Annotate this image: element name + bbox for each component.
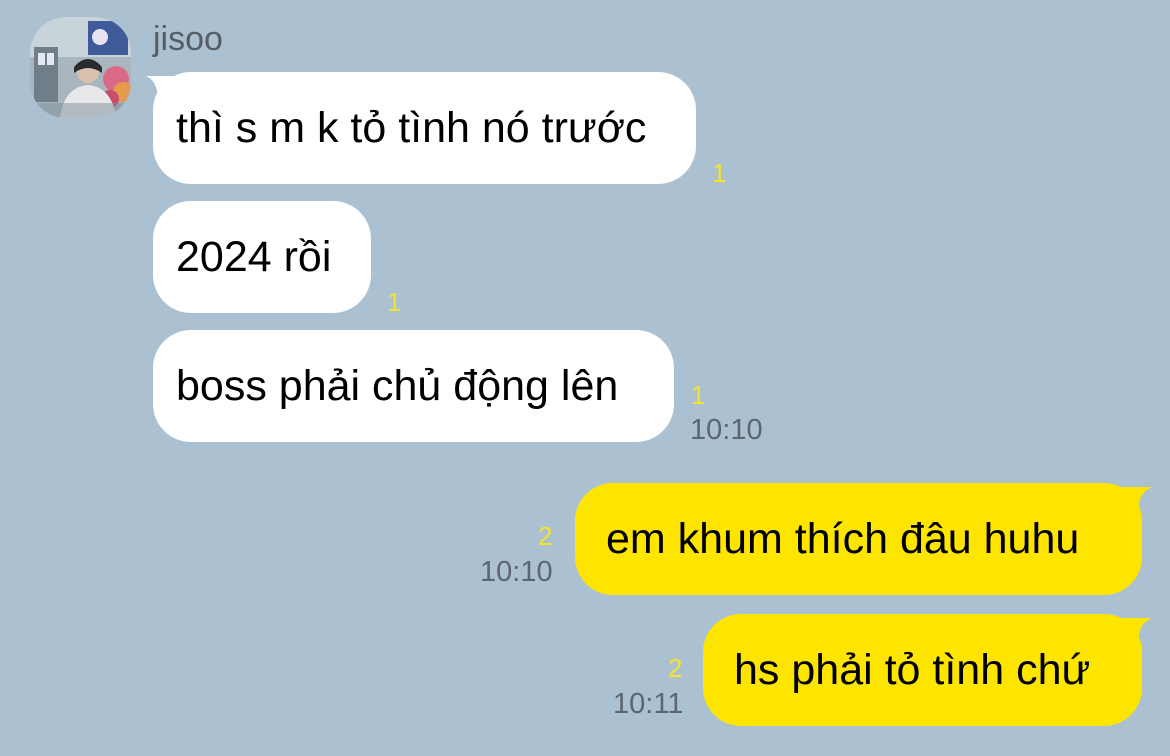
message-text: hs phải tỏ tình chứ (734, 646, 1091, 694)
message-timestamp: 10:11 (613, 688, 684, 720)
unread-count: 2 (668, 653, 683, 683)
message-text: boss phải chủ động lên (176, 362, 619, 410)
profile-photo-icon (30, 17, 131, 118)
message-text: thì s m k tỏ tình nó trước (176, 104, 647, 152)
incoming-message-bubble[interactable]: thì s m k tỏ tình nó trước (153, 72, 696, 184)
outgoing-message-bubble[interactable]: hs phải tỏ tình chứ (703, 614, 1142, 726)
incoming-message-bubble[interactable]: boss phải chủ động lên (153, 330, 674, 442)
unread-count: 1 (691, 380, 706, 410)
outgoing-message-bubble[interactable]: em khum thích đâu huhu (575, 483, 1142, 595)
incoming-message-bubble[interactable]: 2024 rồi (153, 201, 371, 313)
message-timestamp: 10:10 (480, 556, 553, 588)
unread-count: 2 (538, 521, 553, 551)
unread-count: 1 (712, 158, 727, 188)
message-text: 2024 rồi (176, 233, 332, 281)
message-timestamp: 10:10 (690, 414, 763, 446)
sender-avatar[interactable] (30, 17, 131, 118)
sender-name: jisoo (153, 20, 223, 58)
unread-count: 1 (387, 287, 402, 317)
message-text: em khum thích đâu huhu (606, 515, 1080, 563)
